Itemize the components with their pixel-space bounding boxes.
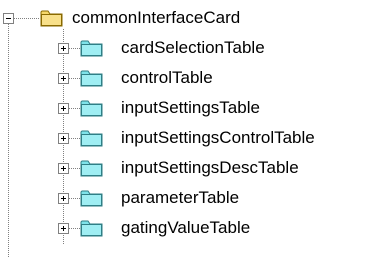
folder-icon [80,190,103,207]
folder-icon [80,130,103,147]
expand-plus-icon[interactable] [58,163,70,175]
tree-node-child[interactable]: parameterTable [50,186,350,212]
tree-node-label: controlTable [121,68,213,87]
tree-node-label: cardSelectionTable [121,38,265,57]
folder-icon [40,10,63,27]
tree-node-child[interactable]: cardSelectionTable [50,36,350,62]
tree-node-child[interactable]: controlTable [50,66,350,92]
tree-node-label: inputSettingsControlTable [121,128,315,147]
tree-view: commonInterfaceCard cardSelectionTable c… [0,0,365,258]
tree-node-label: gatingValueTable [121,218,251,237]
folder-icon [80,70,103,87]
expand-plus-icon[interactable] [58,223,70,235]
folder-icon [80,40,103,57]
tree-node-root[interactable]: commonInterfaceCard [0,6,240,32]
expand-plus-icon[interactable] [58,73,70,85]
tree-node-child[interactable]: inputSettingsControlTable [50,126,360,152]
tree-node-label: parameterTable [121,188,240,207]
tree-node-child[interactable]: inputSettingsTable [50,96,350,122]
folder-icon [80,220,103,237]
tree-node-label: inputSettingsDescTable [121,158,299,177]
tree-node-label: commonInterfaceCard [72,8,241,27]
tree-node-child[interactable]: gatingValueTable [50,216,350,242]
expand-plus-icon[interactable] [58,133,70,145]
expand-plus-icon[interactable] [58,103,70,115]
collapse-minus-icon[interactable] [3,13,15,25]
folder-icon [80,160,103,177]
tree-node-label: inputSettingsTable [121,98,260,117]
expand-plus-icon[interactable] [58,193,70,205]
folder-icon [80,100,103,117]
expand-plus-icon[interactable] [58,43,70,55]
tree-node-child[interactable]: inputSettingsDescTable [50,156,360,182]
